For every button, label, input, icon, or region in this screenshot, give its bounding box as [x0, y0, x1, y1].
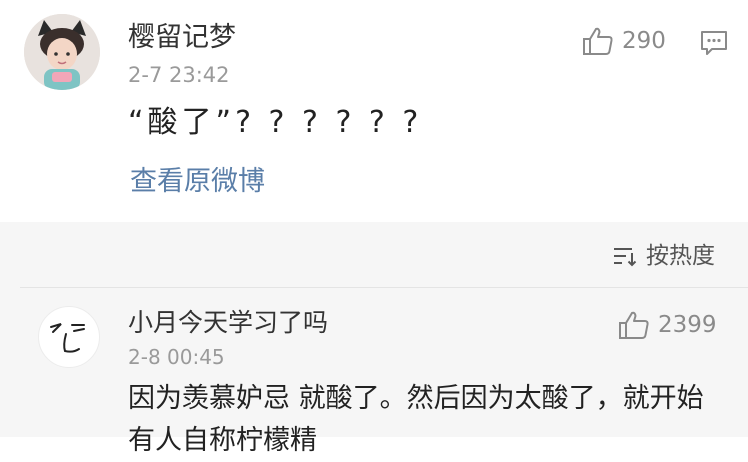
sort-icon [614, 248, 637, 267]
view-original-link[interactable]: 查看原微博 [130, 165, 265, 199]
post-like-count: 290 [622, 28, 666, 54]
comment-content: 因为羡慕妒忌 就酸了。然后因为太酸了，就开始有人自称柠檬精 [128, 383, 704, 456]
sort-label: 按热度 [646, 243, 715, 269]
comment-username[interactable]: 小月今天学习了吗 [128, 308, 328, 338]
post-content: “酸了”? ? ? ? ? ? [128, 105, 423, 140]
thumbs-up-icon [583, 27, 613, 55]
divider [20, 287, 748, 288]
comment-like-count: 2399 [658, 312, 717, 338]
avatar[interactable] [24, 14, 100, 90]
comment-button[interactable] [700, 30, 728, 60]
post-username[interactable]: 樱留记梦 [128, 22, 236, 54]
avatar-image [50, 323, 85, 353]
thumbs-up-icon [619, 311, 649, 339]
comment-avatar[interactable] [38, 306, 100, 368]
comment-icon [701, 31, 727, 55]
comment-like-button[interactable]: 2399 [618, 310, 717, 340]
post-like-button[interactable]: 290 [582, 26, 666, 56]
sort-by-hot-button[interactable]: 按热度 [612, 242, 715, 270]
post-timestamp: 2-7 23:42 [128, 63, 230, 87]
comment-timestamp: 2-8 00:45 [128, 345, 225, 369]
avatar-image [24, 14, 100, 90]
